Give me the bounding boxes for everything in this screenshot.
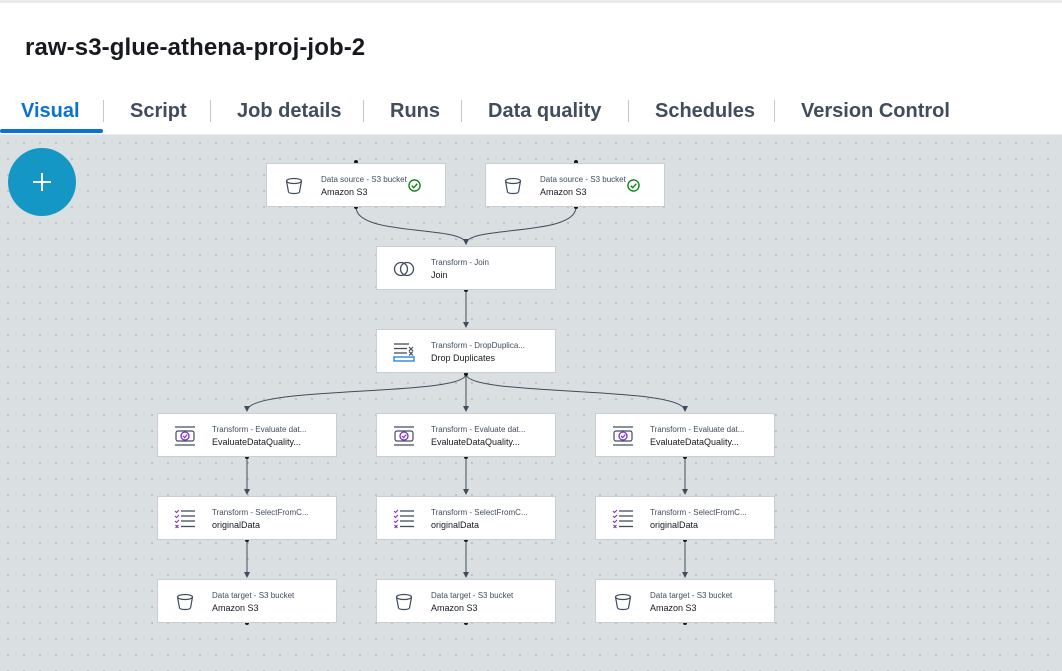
edge	[355, 206, 469, 245]
top-divider	[0, 0, 1062, 3]
node-transform-select-from-collection[interactable]: Transform - SelectFromC... originalData	[157, 496, 337, 540]
node-transform-select-from-collection[interactable]: Transform - SelectFromC... originalData	[595, 496, 775, 540]
node-name-label: Amazon S3	[650, 603, 697, 613]
node-transform-select-from-collection[interactable]: Transform - SelectFromC... originalData	[376, 496, 556, 540]
node-data-target-s3[interactable]: Data target - S3 bucket Amazon S3	[376, 579, 556, 623]
node-name-label: Amazon S3	[212, 603, 259, 613]
node-data-target-s3[interactable]: Data target - S3 bucket Amazon S3	[157, 579, 337, 623]
node-data-source-s3[interactable]: Data source - S3 bucket Amazon S3	[485, 163, 665, 207]
tab-runs[interactable]: Runs	[390, 88, 440, 134]
data-quality-icon	[394, 426, 414, 446]
node-name-label: EvaluateDataQuality...	[212, 437, 301, 447]
plus-icon	[41, 173, 43, 191]
success-check-icon	[408, 179, 421, 192]
tab-bar: Visual Script Job details Runs Data qual…	[0, 88, 1062, 135]
node-type-label: Data source - S3 bucket	[321, 175, 407, 184]
success-check-icon	[627, 179, 640, 192]
node-name-label: EvaluateDataQuality...	[650, 437, 739, 447]
select-from-collection-icon	[393, 509, 414, 529]
tab-separator	[461, 100, 462, 122]
tab-version-control[interactable]: Version Control	[801, 88, 950, 134]
node-type-label: Transform - Evaluate dat...	[431, 425, 526, 434]
tab-schedules[interactable]: Schedules	[655, 88, 755, 134]
node-name-label: Join	[431, 270, 448, 280]
node-type-label: Transform - Evaluate dat...	[212, 425, 307, 434]
node-data-target-s3[interactable]: Data target - S3 bucket Amazon S3	[595, 579, 775, 623]
node-type-label: Transform - Evaluate dat...	[650, 425, 745, 434]
node-name-label: Amazon S3	[540, 187, 587, 197]
visual-canvas[interactable]: Data source - S3 bucket Amazon S3 Data s…	[0, 135, 1062, 671]
data-quality-icon	[613, 426, 633, 446]
node-type-label: Transform - Join	[431, 258, 489, 267]
tab-separator	[774, 100, 775, 122]
node-transform-evaluate-data-quality[interactable]: Transform - Evaluate dat... EvaluateData…	[376, 413, 556, 457]
page-title: raw-s3-glue-athena-proj-job-2	[25, 34, 366, 61]
select-from-collection-icon	[174, 509, 195, 529]
data-quality-icon	[175, 426, 195, 446]
edge	[465, 373, 688, 412]
node-name-label: Amazon S3	[321, 187, 368, 197]
edge	[463, 206, 577, 245]
bucket-icon	[176, 593, 194, 611]
node-data-source-s3[interactable]: Data source - S3 bucket Amazon S3	[266, 163, 446, 207]
active-tab-indicator	[0, 129, 103, 133]
tab-visual[interactable]: Visual	[21, 88, 80, 134]
node-type-label: Transform - SelectFromC...	[650, 508, 747, 517]
tab-separator	[628, 100, 629, 122]
bucket-icon	[395, 593, 413, 611]
node-transform-join[interactable]: Transform - Join Join	[376, 246, 556, 290]
tab-script[interactable]: Script	[130, 88, 187, 134]
bucket-icon	[504, 177, 522, 195]
node-name-label: originalData	[650, 520, 699, 530]
tab-job-details[interactable]: Job details	[237, 88, 341, 134]
node-name-label: originalData	[431, 520, 480, 530]
tab-separator	[210, 100, 211, 122]
node-type-label: Data target - S3 bucket	[650, 591, 733, 600]
tab-separator	[103, 100, 104, 122]
node-name-label: EvaluateDataQuality...	[431, 437, 520, 447]
node-name-label: originalData	[212, 520, 261, 530]
add-node-button[interactable]	[8, 148, 76, 216]
node-type-label: Data source - S3 bucket	[540, 175, 626, 184]
join-icon	[393, 261, 415, 277]
bucket-icon	[285, 177, 303, 195]
edge	[244, 373, 467, 412]
node-transform-evaluate-data-quality[interactable]: Transform - Evaluate dat... EvaluateData…	[595, 413, 775, 457]
tab-data-quality[interactable]: Data quality	[488, 88, 601, 134]
node-type-label: Data target - S3 bucket	[212, 591, 295, 600]
node-transform-evaluate-data-quality[interactable]: Transform - Evaluate dat... EvaluateData…	[157, 413, 337, 457]
node-name-label: Amazon S3	[431, 603, 478, 613]
drop-duplicates-icon	[393, 343, 415, 362]
node-transform-drop-duplicates[interactable]: Transform - DropDuplica... Drop Duplicat…	[376, 329, 556, 373]
node-type-label: Transform - SelectFromC...	[212, 508, 309, 517]
node-type-label: Transform - DropDuplica...	[431, 341, 525, 350]
bucket-icon	[614, 593, 632, 611]
tab-separator	[363, 100, 364, 122]
node-name-label: Drop Duplicates	[431, 353, 496, 363]
node-type-label: Data target - S3 bucket	[431, 591, 514, 600]
select-from-collection-icon	[612, 509, 633, 529]
node-type-label: Transform - SelectFromC...	[431, 508, 528, 517]
